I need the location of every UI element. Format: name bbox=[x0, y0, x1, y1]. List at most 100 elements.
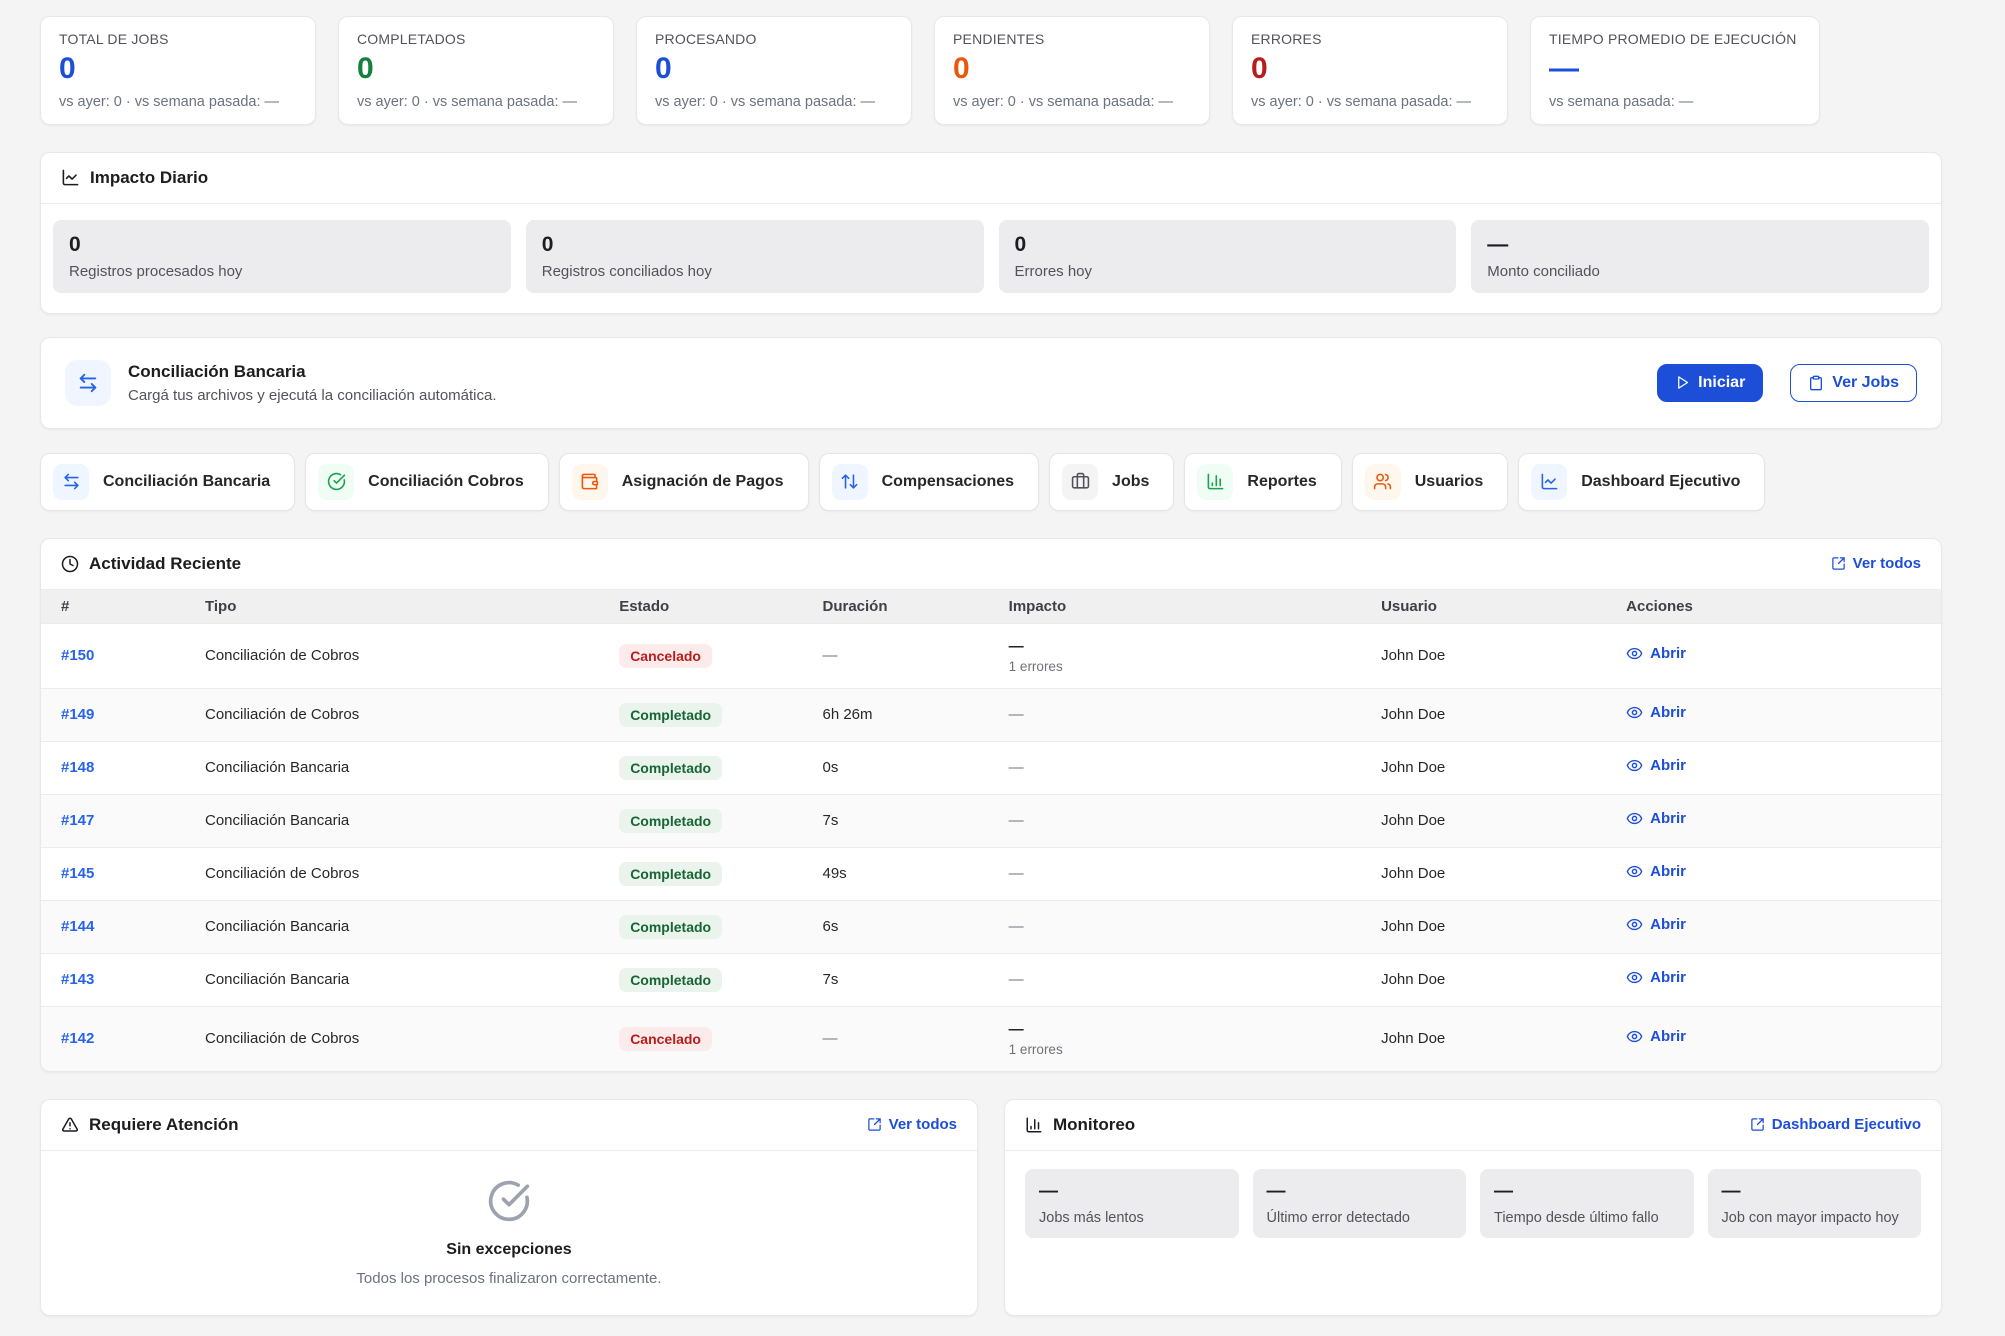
nav-item-asignacion-de-pagos[interactable]: Asignación de Pagos bbox=[559, 453, 809, 511]
stat-label: Jobs más lentos bbox=[1039, 1210, 1225, 1226]
nav-item-conciliacion-cobros[interactable]: Conciliación Cobros bbox=[305, 453, 549, 511]
nav-item-compensaciones[interactable]: Compensaciones bbox=[819, 453, 1039, 511]
kpi-value: 0 bbox=[59, 53, 297, 85]
bar-chart-icon bbox=[1025, 1116, 1043, 1134]
job-link[interactable]: #143 bbox=[61, 971, 94, 988]
cell-job-id: #144 bbox=[41, 900, 193, 953]
bottom-grid: Requiere Atención Ver todos Sin excepcio… bbox=[40, 1099, 1942, 1316]
nav-item-usuarios[interactable]: Usuarios bbox=[1352, 453, 1508, 511]
abrir-label: Abrir bbox=[1650, 810, 1686, 827]
banner-title: Conciliación Bancaria bbox=[128, 362, 497, 382]
column-header-duracion: Duración bbox=[810, 590, 996, 624]
cell-tipo: Conciliación Bancaria bbox=[193, 953, 607, 1006]
kpi-card-procesando: PROCESANDO0vs ayer: 0 · vs semana pasada… bbox=[636, 16, 912, 125]
dashboard-ejecutivo-link[interactable]: Dashboard Ejecutivo bbox=[1750, 1116, 1921, 1133]
monitoreo-header: Monitoreo Dashboard Ejecutivo bbox=[1005, 1100, 1941, 1151]
cell-tipo: Conciliación Bancaria bbox=[193, 900, 607, 953]
actividad-header: Actividad Reciente Ver todos bbox=[41, 539, 1941, 590]
nav-item-reportes[interactable]: Reportes bbox=[1184, 453, 1341, 511]
nav-item-dashboard-ejecutivo[interactable]: Dashboard Ejecutivo bbox=[1518, 453, 1765, 511]
ver-todos-link-atencion[interactable]: Ver todos bbox=[867, 1116, 957, 1133]
abrir-link[interactable]: Abrir bbox=[1626, 969, 1686, 986]
stat-value: 0 bbox=[542, 233, 968, 257]
cell-duracion: 7s bbox=[810, 794, 996, 847]
monitoreo-stats: —Jobs más lentos—Último error detectado—… bbox=[1005, 1151, 1941, 1256]
ver-jobs-button[interactable]: Ver Jobs bbox=[1790, 364, 1917, 402]
nav-item-label: Usuarios bbox=[1415, 473, 1483, 491]
abrir-link[interactable]: Abrir bbox=[1626, 645, 1686, 662]
status-badge: Completado bbox=[619, 756, 722, 780]
play-icon bbox=[1675, 375, 1690, 390]
external-link-icon bbox=[867, 1117, 882, 1132]
eye-icon bbox=[1626, 863, 1643, 880]
abrir-link[interactable]: Abrir bbox=[1626, 704, 1686, 721]
stat-value: 0 bbox=[1015, 233, 1441, 257]
abrir-label: Abrir bbox=[1650, 916, 1686, 933]
cell-job-id: #142 bbox=[41, 1006, 193, 1071]
empty-state-subtitle: Todos los procesos finalizaron correctam… bbox=[356, 1270, 661, 1287]
abrir-link[interactable]: Abrir bbox=[1626, 810, 1686, 827]
kpi-label: TIEMPO PROMEDIO DE EJECUCIÓN bbox=[1549, 31, 1801, 47]
cell-estado: Completado bbox=[607, 953, 810, 1006]
impact-stat-monto-conciliado: —Monto conciliado bbox=[1471, 220, 1929, 293]
table-row: #144Conciliación BancariaCompletado6s—Jo… bbox=[41, 900, 1941, 953]
circle-check-icon bbox=[318, 464, 354, 500]
dashboard-ejecutivo-label: Dashboard Ejecutivo bbox=[1772, 1116, 1921, 1133]
job-link[interactable]: #149 bbox=[61, 706, 94, 723]
ver-todos-link-actividad[interactable]: Ver todos bbox=[1831, 555, 1921, 572]
cell-estado: Completado bbox=[607, 900, 810, 953]
stat-value: — bbox=[1722, 1181, 1908, 1203]
impact-stat-registros-conciliados-hoy: 0Registros conciliados hoy bbox=[526, 220, 984, 293]
status-badge: Completado bbox=[619, 703, 722, 727]
clipboard-icon bbox=[1808, 375, 1824, 391]
cell-impacto: — bbox=[997, 847, 1369, 900]
nav-item-jobs[interactable]: Jobs bbox=[1049, 453, 1174, 511]
circle-check-icon bbox=[487, 1179, 531, 1228]
abrir-label: Abrir bbox=[1650, 757, 1686, 774]
cell-tipo: Conciliación de Cobros bbox=[193, 847, 607, 900]
abrir-link[interactable]: Abrir bbox=[1626, 757, 1686, 774]
job-link[interactable]: #148 bbox=[61, 759, 94, 776]
abrir-link[interactable]: Abrir bbox=[1626, 1028, 1686, 1045]
cell-impacto: — bbox=[997, 953, 1369, 1006]
nav-item-conciliacion-bancaria[interactable]: Conciliación Bancaria bbox=[40, 453, 295, 511]
abrir-link[interactable]: Abrir bbox=[1626, 863, 1686, 880]
job-link[interactable]: #144 bbox=[61, 918, 94, 935]
nav-item-label: Reportes bbox=[1247, 473, 1316, 491]
cell-acciones: Abrir bbox=[1614, 847, 1941, 900]
banner-subtitle: Cargá tus archivos y ejecutá la concilia… bbox=[128, 387, 497, 404]
job-link[interactable]: #145 bbox=[61, 865, 94, 882]
cell-duracion: — bbox=[810, 1006, 996, 1071]
impact-value: — bbox=[1009, 638, 1357, 655]
cell-usuario: John Doe bbox=[1369, 953, 1614, 1006]
cell-estado: Completado bbox=[607, 847, 810, 900]
arrow-up-down-icon bbox=[832, 464, 868, 500]
kpi-card-total-de-jobs: TOTAL DE JOBS0vs ayer: 0 · vs semana pas… bbox=[40, 16, 316, 125]
cell-duracion: 6h 26m bbox=[810, 688, 996, 741]
job-link[interactable]: #147 bbox=[61, 812, 94, 829]
abrir-label: Abrir bbox=[1650, 704, 1686, 721]
job-link[interactable]: #142 bbox=[61, 1030, 94, 1047]
iniciar-button[interactable]: Iniciar bbox=[1657, 364, 1763, 402]
kpi-card-completados: COMPLETADOS0vs ayer: 0 · vs semana pasad… bbox=[338, 16, 614, 125]
requiere-atencion-title: Requiere Atención bbox=[89, 1115, 239, 1135]
ver-todos-label: Ver todos bbox=[1853, 555, 1921, 572]
conciliacion-banner: Conciliación Bancaria Cargá tus archivos… bbox=[40, 337, 1942, 429]
bar-chart-icon bbox=[1197, 464, 1233, 500]
empty-state-title: Sin excepciones bbox=[446, 1241, 571, 1259]
job-link[interactable]: #150 bbox=[61, 647, 94, 664]
quick-nav-row: Conciliación BancariaConciliación Cobros… bbox=[40, 453, 1942, 511]
table-row: #148Conciliación BancariaCompletado0s—Jo… bbox=[41, 741, 1941, 794]
cell-acciones: Abrir bbox=[1614, 953, 1941, 1006]
cell-duracion: 6s bbox=[810, 900, 996, 953]
cell-tipo: Conciliación de Cobros bbox=[193, 688, 607, 741]
column-header-estado: Estado bbox=[607, 590, 810, 624]
impacto-stats: 0 Registros procesados hoy 0Registros conc… bbox=[41, 204, 1941, 313]
column-header-tipo: Tipo bbox=[193, 590, 607, 624]
kpi-footer: vs semana pasada: — bbox=[1549, 94, 1801, 110]
table-row: #150Conciliación de CobrosCancelado——1 e… bbox=[41, 623, 1941, 688]
abrir-link[interactable]: Abrir bbox=[1626, 916, 1686, 933]
table-row: #147Conciliación BancariaCompletado7s—Jo… bbox=[41, 794, 1941, 847]
column-header-: # bbox=[41, 590, 193, 624]
stat-label: Registros procesados hoy bbox=[69, 263, 495, 280]
